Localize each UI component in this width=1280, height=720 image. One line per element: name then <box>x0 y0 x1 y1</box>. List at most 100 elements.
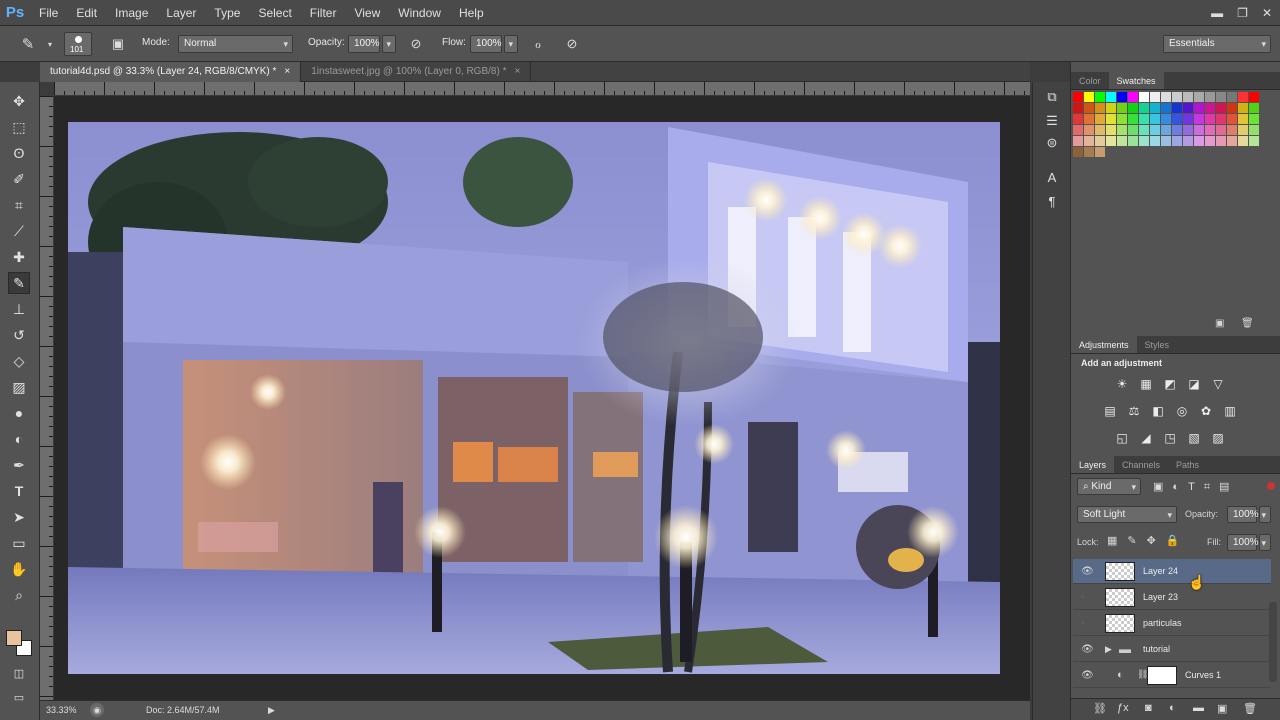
layer-style-icon[interactable]: ƒx <box>1117 702 1129 714</box>
hue-saturation-icon[interactable]: ▤ <box>1101 402 1119 420</box>
swatch-cell[interactable] <box>1238 114 1248 124</box>
layer-filter-kind-select[interactable]: ⌕ Kind <box>1077 478 1141 495</box>
opacity-slider-toggle[interactable] <box>382 35 396 53</box>
brush-tool-icon[interactable]: ✎ <box>8 272 30 294</box>
swatch-cell[interactable] <box>1139 147 1149 157</box>
swatch-cell[interactable] <box>1073 114 1083 124</box>
swatch-cell[interactable] <box>1139 92 1149 102</box>
visibility-eye-icon[interactable]: 👁 <box>1081 670 1094 681</box>
curves-icon[interactable]: ◩ <box>1161 375 1179 393</box>
swatch-cell[interactable] <box>1238 125 1248 135</box>
pen-tool-icon[interactable]: ✒ <box>8 454 30 476</box>
selective-color-icon[interactable]: ▨ <box>1209 429 1227 447</box>
swatch-cell[interactable] <box>1117 147 1127 157</box>
adjustment-filter-icon[interactable]: ◐ <box>1172 481 1188 493</box>
gradient-tool-icon[interactable]: ▨ <box>8 376 30 398</box>
tab-1instasweet[interactable]: 1instasweet.jpg @ 100% (Layer 0, RGB/8) … <box>301 62 532 82</box>
lock-icons[interactable]: ▦✎✥🔒 <box>1107 534 1190 547</box>
swatch-cell[interactable] <box>1249 147 1259 157</box>
swatch-cell[interactable] <box>1150 103 1160 113</box>
new-layer-icon[interactable]: ▣ <box>1217 702 1227 715</box>
swatch-cell[interactable] <box>1161 125 1171 135</box>
swatch-cell[interactable] <box>1084 125 1094 135</box>
layers-scrollbar[interactable] <box>1269 602 1277 682</box>
swatch-cell[interactable] <box>1216 103 1226 113</box>
rectangle-tool-icon[interactable]: ▭ <box>8 532 30 554</box>
close-icon[interactable]: × <box>284 66 290 77</box>
swatch-cell[interactable] <box>1249 114 1259 124</box>
menu-select[interactable]: Select <box>249 0 300 26</box>
swatch-cell[interactable] <box>1095 147 1105 157</box>
swatch-cell[interactable] <box>1161 147 1171 157</box>
minimize-icon[interactable]: ▬ <box>1211 6 1223 20</box>
layer-name[interactable]: particulas <box>1143 618 1182 628</box>
layer-name[interactable]: Curves 1 <box>1185 670 1221 680</box>
swatch-cell[interactable] <box>1073 147 1083 157</box>
swatch-cell[interactable] <box>1161 136 1171 146</box>
swatch-cell[interactable] <box>1172 125 1182 135</box>
smart-object-filter-icon[interactable]: ▤ <box>1219 481 1238 493</box>
swatch-cell[interactable] <box>1161 103 1171 113</box>
swatch-cell[interactable] <box>1128 136 1138 146</box>
swatch-cell[interactable] <box>1073 136 1083 146</box>
swatch-cell[interactable] <box>1084 103 1094 113</box>
swatch-cell[interactable] <box>1249 125 1259 135</box>
swatch-cell[interactable] <box>1139 136 1149 146</box>
swatch-cell[interactable] <box>1084 92 1094 102</box>
swatch-cell[interactable] <box>1183 147 1193 157</box>
menu-view[interactable]: View <box>345 0 389 26</box>
blend-mode-select[interactable]: Soft Light <box>1077 506 1177 523</box>
menu-layer[interactable]: Layer <box>157 0 205 26</box>
swatch-cell[interactable] <box>1106 125 1116 135</box>
restore-icon[interactable]: ❐ <box>1237 6 1248 20</box>
swatch-cell[interactable] <box>1249 92 1259 102</box>
visibility-eye-icon[interactable]: 👁 <box>1081 566 1094 577</box>
swatch-cell[interactable] <box>1106 114 1116 124</box>
screen-mode-icon[interactable]: ▭ <box>8 686 30 708</box>
zoom-tool-icon[interactable]: ⌕ <box>8 584 30 606</box>
swatch-cell[interactable] <box>1183 103 1193 113</box>
swatch-cell[interactable] <box>1161 114 1171 124</box>
swatch-cell[interactable] <box>1238 136 1248 146</box>
crop-tool-icon[interactable]: ⌗ <box>8 194 30 216</box>
swatch-cell[interactable] <box>1194 114 1204 124</box>
layer-mask-thumbnail[interactable] <box>1147 666 1177 685</box>
swatch-cell[interactable] <box>1117 125 1127 135</box>
blur-tool-icon[interactable]: ● <box>8 402 30 424</box>
swatch-cell[interactable] <box>1183 136 1193 146</box>
flow-slider-toggle[interactable] <box>504 35 518 53</box>
swatch-cell[interactable] <box>1139 114 1149 124</box>
tab-styles[interactable]: Styles <box>1137 336 1178 353</box>
menu-window[interactable]: Window <box>389 0 450 26</box>
airbrush-icon[interactable]: ℴ <box>528 35 548 53</box>
swatch-cell[interactable] <box>1205 114 1215 124</box>
paragraph-panel-icon[interactable]: ¶ <box>1041 190 1063 212</box>
visibility-eye-icon[interactable]: 👁 <box>1081 644 1094 655</box>
path-selection-tool-icon[interactable]: ➤ <box>8 506 30 528</box>
swatch-cell[interactable] <box>1128 92 1138 102</box>
layer-name[interactable]: Layer 23 <box>1143 592 1178 602</box>
layer-filter-icons[interactable]: ▣◐T⌗▤ <box>1153 480 1238 494</box>
swatch-cell[interactable] <box>1139 125 1149 135</box>
channel-mixer-icon[interactable]: ✿ <box>1197 402 1215 420</box>
fill-slider-toggle[interactable] <box>1259 534 1271 551</box>
swatch-cell[interactable] <box>1227 103 1237 113</box>
tab-layers[interactable]: Layers <box>1071 456 1115 473</box>
layer-opacity-slider-toggle[interactable] <box>1259 506 1271 523</box>
menu-type[interactable]: Type <box>205 0 249 26</box>
visibility-off-icon[interactable]: ▫ <box>1081 592 1085 603</box>
swatch-cell[interactable] <box>1227 114 1237 124</box>
swatch-cell[interactable] <box>1227 92 1237 102</box>
chevron-down-icon[interactable]: ▾ <box>40 35 60 53</box>
type-tool-icon[interactable]: T <box>8 480 30 502</box>
history-panel-icon[interactable]: ⧉ <box>1041 86 1063 108</box>
workspace-select[interactable]: Essentials <box>1163 35 1271 53</box>
swatch-cell[interactable] <box>1205 147 1215 157</box>
black-white-icon[interactable]: ◧ <box>1149 402 1167 420</box>
eyedropper-tool-icon[interactable]: ⟋ <box>8 220 30 242</box>
layer-row-particulas[interactable]: ▫ particulas <box>1073 611 1271 636</box>
swatch-cell[interactable] <box>1106 103 1116 113</box>
vibrance-icon[interactable]: ▽ <box>1209 375 1227 393</box>
swatch-cell[interactable] <box>1172 147 1182 157</box>
foreground-color-swatch[interactable] <box>6 630 22 646</box>
